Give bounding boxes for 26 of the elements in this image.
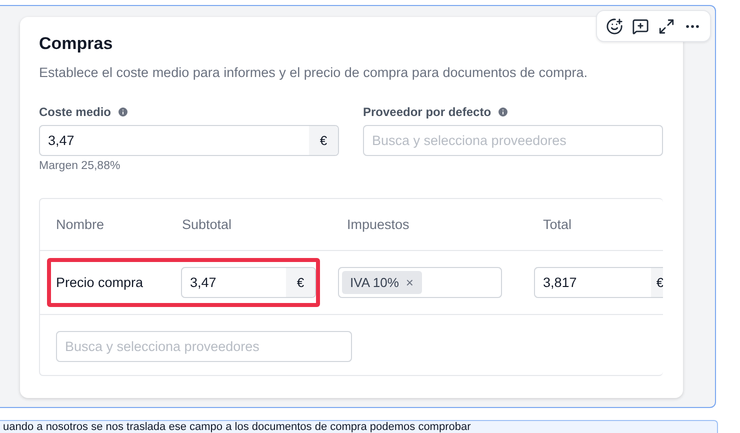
add-reaction-icon[interactable] <box>604 16 625 36</box>
total-input[interactable]: 3,817 <box>535 268 651 297</box>
field-label: Proveedor por defecto <box>363 105 492 119</box>
section-description: Establece el coste medio para informes y el precio de compra para documentos de compra. <box>39 64 589 82</box>
tax-tag: IVA 10% × <box>342 271 422 294</box>
currency-field[interactable]: 3,47 € <box>181 267 316 298</box>
subtotal-input[interactable]: 3,47 <box>182 268 286 297</box>
supplier-search-field[interactable]: Busca y selecciona proveedores <box>364 126 662 155</box>
section-title: Compras <box>39 34 114 54</box>
currency-suffix: € <box>286 268 315 297</box>
note-text: uando a nosotros se nos traslada ese campo a los documentos de compra podemos comprobar <box>0 420 718 433</box>
info-icon[interactable] <box>497 106 510 118</box>
cost-input[interactable]: 3,47 <box>40 126 309 155</box>
currency-suffix: € <box>309 126 338 155</box>
margin-hint: Margen 25,88% <box>39 160 122 172</box>
field-label: Coste medio <box>39 105 112 119</box>
info-icon[interactable] <box>117 106 130 118</box>
column-header: Impuestos <box>347 217 410 232</box>
row-name: Precio compra <box>56 275 144 290</box>
tax-select[interactable]: IVA 10% × <box>338 267 502 298</box>
column-header: Nombre <box>56 217 106 232</box>
remove-tag-button[interactable]: × <box>406 275 414 290</box>
currency-field[interactable]: 3,47 € <box>39 125 339 156</box>
column-header: Subtotal <box>182 217 233 232</box>
column-header: Total <box>543 217 573 232</box>
supplier-search-field[interactable]: Busca y selecciona proveedores <box>57 332 351 361</box>
